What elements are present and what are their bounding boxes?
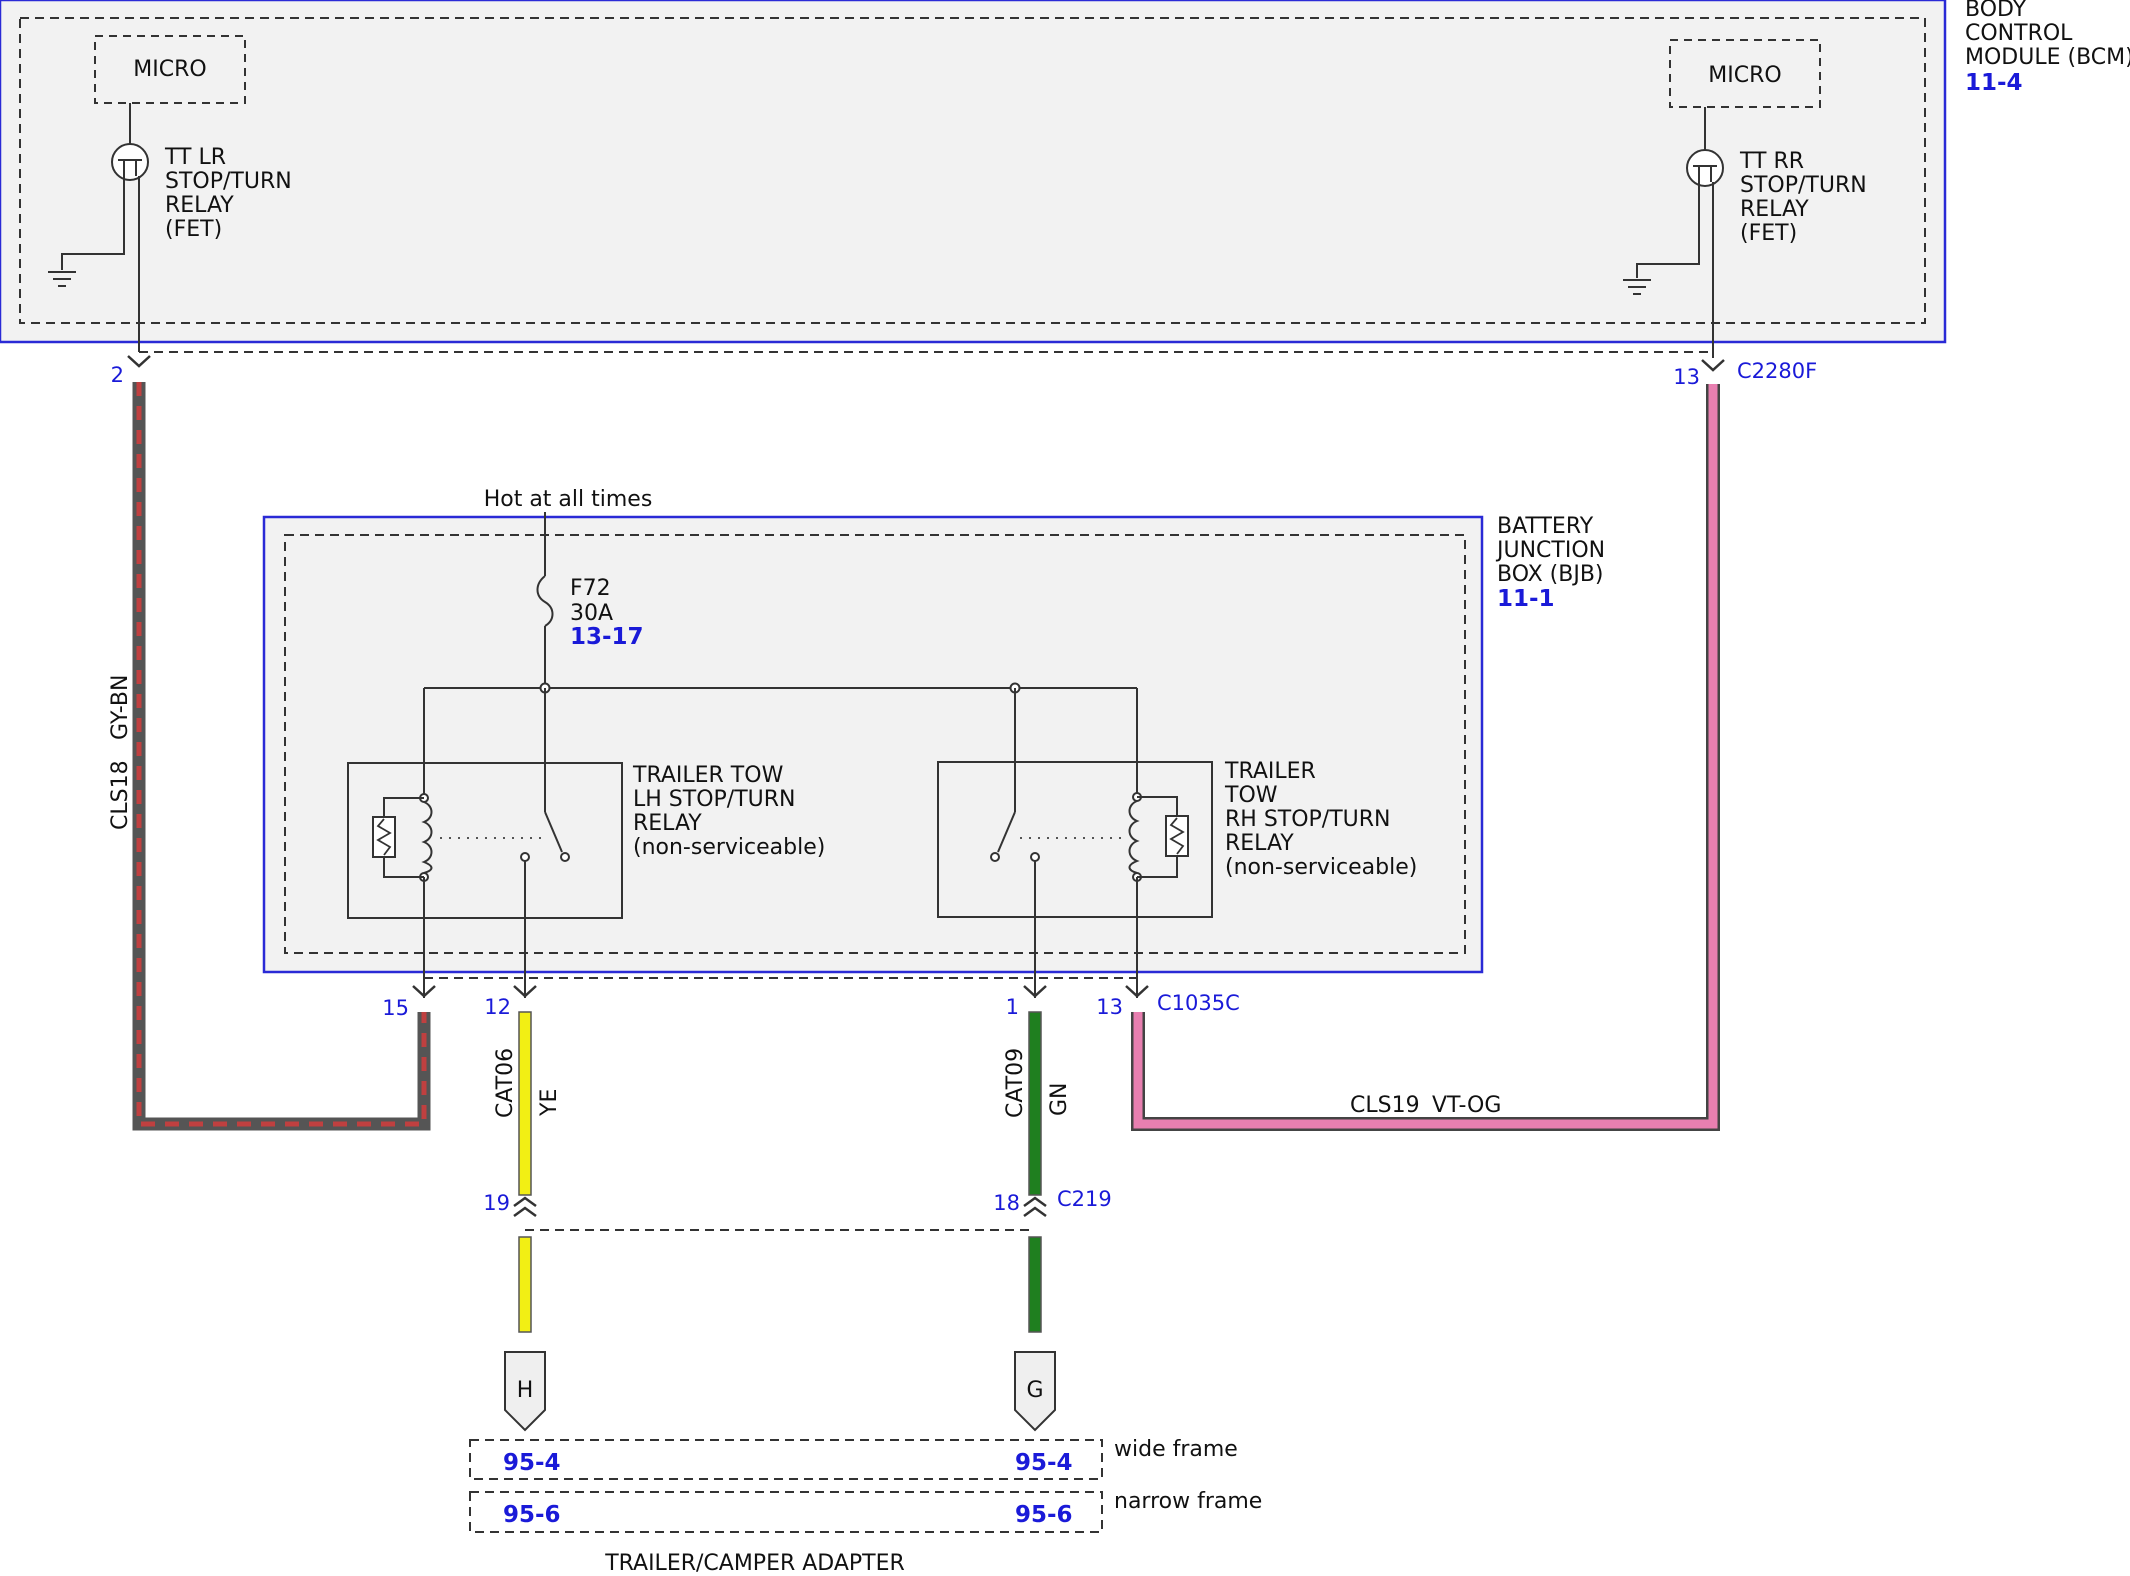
relay-right-line-4: (FET)	[1740, 221, 1797, 246]
cat06-circuit: CAT06	[493, 1048, 518, 1118]
wide-frame-label: wide frame	[1114, 1437, 1238, 1462]
connector-pin-13-icon	[1701, 359, 1725, 372]
cls18-circuit: CLS18	[108, 760, 133, 830]
cls19-color: VT-OG	[1432, 1093, 1501, 1118]
connector-c219: 19 18 C219	[483, 1187, 1112, 1231]
c219-pin-19-lower-icon	[513, 1206, 537, 1218]
fet-right-icon	[1686, 149, 1724, 187]
cat09-circuit: CAT09	[1003, 1048, 1028, 1118]
bjb-name-line-2: JUNCTION	[1495, 538, 1605, 563]
bjb-name-line-3: BOX (BJB)	[1497, 562, 1604, 587]
bcm-page-ref[interactable]: 11-4	[1965, 70, 2023, 96]
bcm-pin-13: 13	[1673, 365, 1700, 389]
bjb-pin-13: 13	[1096, 995, 1123, 1019]
micro-left-label: MICRO	[133, 57, 206, 82]
c219-pin-19-upper-icon	[513, 1196, 537, 1208]
narrow-ref-left[interactable]: 95-6	[503, 1502, 561, 1528]
bjb-pin-12: 12	[484, 995, 511, 1019]
micro-right-label: MICRO	[1708, 63, 1781, 88]
adapter-caption: TRAILER/CAMPER ADAPTER	[604, 1551, 905, 1576]
wire-cat09: CAT09 GN	[1003, 1011, 1072, 1333]
bjb-page-ref[interactable]: 11-1	[1497, 586, 1555, 612]
wiring-diagram: BODY CONTROL MODULE (BCM) 11-4 MICRO TT …	[0, 0, 2130, 1576]
lh-relay-line-4: (non-serviceable)	[633, 835, 825, 860]
cat09-color: GN	[1047, 1082, 1072, 1116]
bjb-pin-15: 15	[382, 996, 409, 1020]
c219-pin-19: 19	[483, 1191, 510, 1215]
bcm-name-line-3: MODULE (BCM)	[1965, 45, 2130, 70]
connector-c2280f: 2 13 C2280F	[111, 351, 1817, 389]
lh-relay-line-1: TRAILER TOW	[632, 763, 784, 788]
c2280f-label: C2280F	[1737, 359, 1817, 383]
fuse-page-ref[interactable]: 13-17	[570, 624, 644, 650]
relay-right-line-1: TT RR	[1739, 149, 1804, 174]
bcm-name-line-2: CONTROL	[1965, 21, 2073, 46]
relay-left-line-1: TT LR	[164, 145, 226, 170]
bjb-pin-1: 1	[1006, 995, 1019, 1019]
c219-pin-18-upper-icon	[1023, 1196, 1047, 1208]
bjb-name-line-1: BATTERY	[1497, 514, 1594, 539]
rh-relay-line-1: TRAILER	[1224, 759, 1316, 784]
cat06-color: YE	[537, 1089, 562, 1117]
connector-c1035c: 15 12 1 13 C1035C	[382, 977, 1240, 1020]
cls19-circuit: CLS19	[1350, 1093, 1420, 1118]
rh-relay-line-4: RELAY	[1225, 831, 1294, 856]
rh-relay-line-3: RH STOP/TURN	[1225, 807, 1391, 832]
terminal-g-label: G	[1026, 1378, 1043, 1403]
rh-relay-line-2: TOW	[1224, 783, 1278, 808]
lh-relay-line-3: RELAY	[633, 811, 702, 836]
relay-left-line-4: (FET)	[165, 217, 222, 242]
bjb-module: BATTERY JUNCTION BOX (BJB) 11-1 Hot at a…	[262, 487, 1605, 998]
relay-left-line-2: STOP/TURN	[165, 169, 292, 194]
bcm-outline	[0, 0, 1947, 344]
c219-pin-18-lower-icon	[1023, 1206, 1047, 1218]
narrow-frame-box	[469, 1491, 1103, 1533]
c1035c-label: C1035C	[1157, 991, 1240, 1015]
bjb-outline	[262, 515, 1484, 974]
trailer-adapter: H G 95-4 95-4 wide frame 95-6 95-6 narro…	[469, 1351, 1262, 1576]
wire-cat06: CAT06 YE	[493, 1011, 562, 1333]
connector-pin-2-icon	[127, 355, 151, 368]
fuse-rating: 30A	[570, 601, 613, 626]
fet-left-icon	[111, 143, 149, 181]
fuse-name: F72	[570, 576, 611, 601]
c219-pin-18: 18	[993, 1191, 1020, 1215]
bcm-module: BODY CONTROL MODULE (BCM) 11-4 MICRO TT …	[0, 0, 2130, 358]
hot-at-all-times: Hot at all times	[484, 487, 653, 512]
relay-right-line-3: RELAY	[1740, 197, 1809, 222]
narrow-ref-right[interactable]: 95-6	[1015, 1502, 1073, 1528]
cls18-color: GY-BN	[108, 675, 133, 740]
relay-right-line-2: STOP/TURN	[1740, 173, 1867, 198]
wide-ref-left[interactable]: 95-4	[503, 1450, 561, 1476]
bcm-pin-2: 2	[111, 363, 124, 387]
lh-relay-line-2: LH STOP/TURN	[633, 787, 795, 812]
rh-relay-line-5: (non-serviceable)	[1225, 855, 1417, 880]
c219-label: C219	[1057, 1187, 1112, 1211]
terminal-h-label: H	[517, 1378, 534, 1403]
wide-frame-box	[469, 1439, 1103, 1480]
narrow-frame-label: narrow frame	[1114, 1489, 1262, 1514]
relay-left-line-3: RELAY	[165, 193, 234, 218]
wide-ref-right[interactable]: 95-4	[1015, 1450, 1073, 1476]
lh-relay-resistor-icon	[372, 816, 396, 858]
rh-relay-resistor-icon	[1165, 815, 1189, 857]
bcm-name-line-1: BODY	[1965, 0, 2027, 22]
